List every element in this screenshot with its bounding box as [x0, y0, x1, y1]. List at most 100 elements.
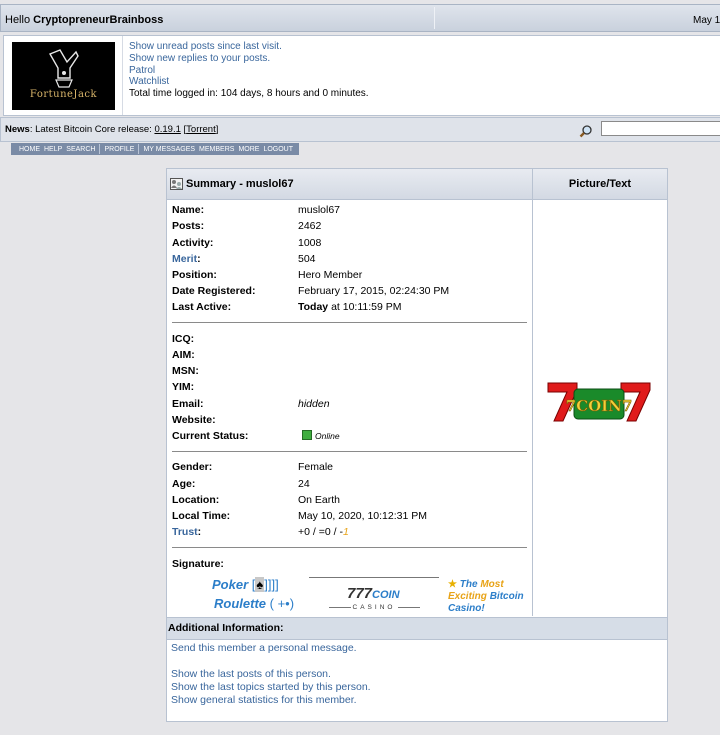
- search-input[interactable]: [601, 121, 720, 136]
- username: CryptopreneurBrainboss: [33, 14, 164, 26]
- tag-exciting: Exciting: [448, 591, 487, 602]
- 777coin-logo: 777COIN CASINO: [309, 577, 439, 617]
- poker-bracket: [♠]]]]: [251, 577, 279, 592]
- poker-text: Poker [♠]]]]: [212, 577, 279, 592]
- menu-profile[interactable]: PROFILE: [102, 146, 136, 153]
- age-value: 24: [298, 478, 310, 490]
- torrent-link[interactable]: Torrent: [186, 124, 216, 135]
- status-label: Current Status:: [172, 430, 249, 442]
- news-body: : Latest Bitcoin Core release:: [29, 124, 155, 135]
- merit-value: 504: [298, 253, 316, 265]
- summary-body: Name: muslol67 Posts: 2462 Activity: 1008 M…: [167, 200, 533, 616]
- picture-title: Picture/Text: [568, 178, 632, 190]
- additional-links: Send this member a personal message. Sho…: [171, 642, 371, 707]
- icq-label: ICQ:: [172, 333, 195, 345]
- news-label: News: [5, 124, 30, 135]
- roulette-text: Roulette ( +•): [214, 596, 294, 611]
- trust-value: +0 / =0 / -1: [298, 526, 349, 538]
- aim-label: AIM:: [172, 349, 195, 361]
- activity-label: Activity:: [172, 237, 214, 249]
- coin-word: COIN: [372, 589, 400, 601]
- summary-header: Summary - muslol67: [167, 169, 533, 200]
- divider: [172, 451, 527, 453]
- email-label: Email:: [172, 398, 204, 410]
- menu-more[interactable]: MORE: [236, 146, 261, 153]
- total-time: Total time logged in: 104 days, 8 hours …: [129, 88, 369, 100]
- menu-help[interactable]: HELP: [42, 146, 64, 153]
- email-value: hidden: [298, 398, 330, 410]
- menu-search[interactable]: SEARCH: [64, 146, 97, 153]
- online-icon: [302, 430, 312, 440]
- greeting-prefix: Hello: [5, 14, 34, 26]
- merit-link[interactable]: Merit: [172, 253, 197, 265]
- roulette-word: Roulette: [214, 596, 266, 611]
- picture-header: Picture/Text: [533, 169, 667, 200]
- search-icon[interactable]: [579, 124, 593, 138]
- roulette-suffix: ( +•): [269, 596, 295, 611]
- avatar-text: FortuneJack: [29, 89, 98, 100]
- banner-line: [398, 607, 420, 608]
- 777coin-text: 777COIN: [347, 585, 400, 602]
- logo-text: 7COIN7: [566, 397, 633, 415]
- watchlist-link[interactable]: Watchlist: [129, 76, 369, 88]
- avatar-cell: FortuneJack: [4, 36, 123, 115]
- status-value: Online: [302, 430, 340, 442]
- last-posts-link[interactable]: Show the last posts of this person.: [171, 668, 371, 681]
- core-version-link[interactable]: 0.19.1: [154, 124, 180, 135]
- website-label: Website:: [172, 414, 216, 426]
- user-info-box: FortuneJack Show unread posts since last…: [3, 35, 720, 116]
- news-bar: News: Latest Bitcoin Core release: 0.19.…: [0, 117, 720, 142]
- divider: [172, 547, 527, 549]
- posts-label: Posts:: [172, 220, 205, 232]
- date-registered-value: February 17, 2015, 02:24:30 PM: [298, 285, 450, 297]
- gender-label: Gender:: [172, 461, 213, 473]
- trust-link[interactable]: Trust: [172, 526, 198, 538]
- tag-the: The: [459, 579, 478, 590]
- send-pm-link[interactable]: Send this member a personal message.: [171, 642, 371, 655]
- user-links: Show unread posts since last visit. Show…: [129, 41, 369, 100]
- last-topics-link[interactable]: Show the last topics started by this per…: [171, 681, 371, 694]
- poker-suffix: ]]]]: [264, 577, 279, 592]
- menu-members[interactable]: MEMBERS: [197, 146, 236, 153]
- tag-most: Most: [480, 579, 504, 590]
- menu-my-messages[interactable]: MY MESSAGES: [141, 146, 197, 153]
- poker-word: Poker: [212, 577, 249, 592]
- location-label: Location:: [172, 494, 220, 506]
- local-time-label: Local Time:: [172, 510, 231, 522]
- name-label: Name:: [172, 204, 205, 216]
- position-label: Position:: [172, 269, 217, 281]
- local-time-value: May 10, 2020, 10:12:31 PM: [298, 510, 427, 522]
- last-active-value: Today at 10:11:59 PM: [298, 301, 402, 313]
- top-header: Hello CryptopreneurBrainboss May 10: [0, 4, 720, 32]
- general-stats-link[interactable]: Show general statistics for this member.: [171, 694, 371, 707]
- trust-label-wrap: Trust:: [172, 526, 202, 538]
- signature-banner[interactable]: Poker [♠]]]] Roulette ( +•) 777COIN CASI…: [167, 577, 532, 617]
- patrol-link[interactable]: Patrol: [129, 65, 369, 77]
- new-replies-link[interactable]: Show new replies to your posts.: [129, 53, 369, 65]
- profile-icon: [170, 178, 183, 190]
- unread-posts-link[interactable]: Show unread posts since last visit.: [129, 41, 369, 53]
- additional-info-title: Additional Information:: [168, 622, 284, 634]
- news-text: News: Latest Bitcoin Core release: 0.19.…: [5, 124, 219, 135]
- header-divider: [434, 7, 435, 29]
- greeting: Hello CryptopreneurBrainboss: [5, 14, 163, 26]
- online-text: Online: [315, 431, 340, 441]
- menu-home[interactable]: HOME: [17, 146, 42, 153]
- menu-logout[interactable]: LOGOUT: [261, 146, 295, 153]
- last-active-time: at 10:11:59 PM: [328, 301, 402, 313]
- date-registered-label: Date Registered:: [172, 285, 256, 297]
- spade-icon: ♠: [255, 577, 265, 592]
- menu-divider: [138, 144, 140, 154]
- tag-bitcoin: Bitcoin: [489, 591, 524, 602]
- menu-divider: [99, 144, 101, 154]
- tagline: ★ The Most Exciting Bitcoin Casino!: [448, 579, 528, 615]
- 7coin7-logo: 7COIN7: [547, 382, 651, 422]
- msn-label: MSN:: [172, 365, 199, 377]
- star-icon: ★: [448, 579, 457, 590]
- merit-label-wrap: Merit:: [172, 253, 201, 265]
- profile-panel: Summary - muslol67 Picture/Text Name: mus…: [166, 168, 668, 722]
- header-date: May 10: [693, 15, 720, 26]
- divider: [172, 322, 527, 324]
- location-value: On Earth: [298, 494, 341, 506]
